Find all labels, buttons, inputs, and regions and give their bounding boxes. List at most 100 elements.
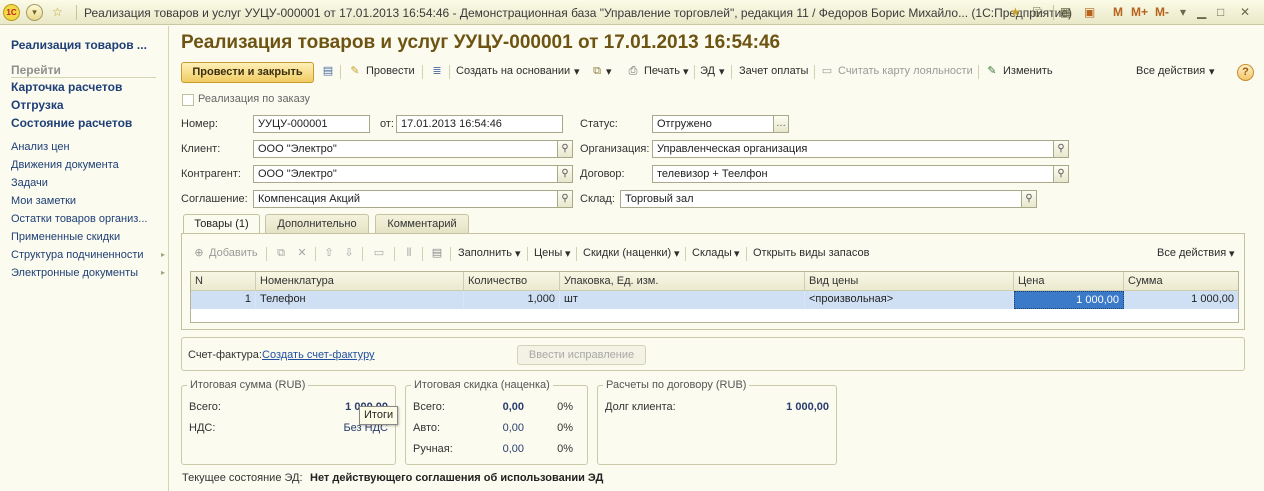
prices-button[interactable]: Цены [534, 247, 562, 259]
search-icon[interactable]: ⚲ [557, 165, 573, 183]
table-cell-item[interactable]: Телефон [256, 291, 464, 309]
column-header-package[interactable]: Упаковка, Ед. изм. [560, 272, 805, 291]
date-field[interactable]: 17.01.2013 16:54:46 [396, 115, 563, 133]
chevron-down-icon[interactable]: ▾ [683, 65, 689, 78]
status-select-button[interactable]: … [773, 115, 789, 133]
sidebar-item-electronic-docs[interactable]: Электронные документы [11, 267, 138, 279]
by-order-checkbox[interactable] [182, 94, 194, 106]
memory-plus-button[interactable]: M+ [1131, 5, 1148, 19]
maximize-icon[interactable]: □ [1217, 4, 1224, 21]
sidebar-item-document-movements[interactable]: Движения документа [11, 159, 119, 171]
open-stock-types-button[interactable]: Открыть виды запасов [753, 247, 869, 259]
chevron-down-icon[interactable]: ▾ [734, 247, 740, 260]
column-header-item[interactable]: Номенклатура [256, 272, 464, 291]
discounts-button[interactable]: Скидки (наценки) [583, 247, 671, 259]
sidebar-item-shipment[interactable]: Отгрузка [11, 98, 64, 112]
related-docs-icon[interactable]: ⧉ [590, 64, 604, 78]
sidebar-item-settlement-status[interactable]: Состояние расчетов [11, 116, 132, 130]
column-header-quantity[interactable]: Количество [464, 272, 560, 291]
column-header-n[interactable]: N [191, 272, 256, 291]
save-icon[interactable]: ▤ [321, 64, 335, 78]
sidebar-item-price-analysis[interactable]: Анализ цен [11, 141, 70, 153]
move-up-icon: ⇧ [324, 247, 334, 259]
edit-button[interactable]: Изменить [1003, 65, 1053, 77]
sidebar-item-subordination[interactable]: Структура подчиненности [11, 249, 144, 261]
calendar-icon[interactable]: ▣ [1084, 4, 1095, 21]
chevron-down-icon[interactable]: ▾ [1229, 247, 1235, 260]
print-icon[interactable]: ⎙ [626, 64, 640, 78]
tab-comment[interactable]: Комментарий [375, 214, 469, 234]
chevron-down-icon[interactable]: ▾ [606, 65, 612, 78]
chevron-down-icon[interactable]: ▾ [565, 247, 571, 260]
post-button[interactable]: Провести [366, 65, 415, 77]
chevron-down-icon[interactable]: ▾ [515, 247, 521, 260]
create-based-on-button[interactable]: Создать на основании [456, 65, 570, 77]
search-icon[interactable]: ⚲ [1021, 190, 1037, 208]
table-cell-n[interactable]: 1 [191, 291, 256, 309]
minimize-icon[interactable]: ▁ [1197, 4, 1206, 21]
expand-arrow-icon[interactable]: ▸ [161, 268, 165, 277]
warehouses-button[interactable]: Склады [692, 247, 732, 259]
chevron-down-icon[interactable]: ▾ [674, 247, 680, 260]
print-button[interactable]: Печать [644, 65, 680, 77]
status-field[interactable]: Отгружено [652, 115, 774, 133]
post-icon[interactable]: ✎ [348, 64, 362, 78]
counterparty-field[interactable]: ООО "Электро" [253, 165, 558, 183]
search-icon[interactable]: ⚲ [557, 140, 573, 158]
tab-goods[interactable]: Товары (1) [183, 214, 260, 235]
sidebar-item-org-stock[interactable]: Остатки товаров организ... [11, 213, 147, 225]
memory-button[interactable]: M [1113, 5, 1123, 19]
chevron-down-icon[interactable]: ▾ [574, 65, 580, 78]
sidebar-document-link[interactable]: Реализация товаров ... [11, 38, 147, 52]
app-logo-icon[interactable]: 1С [3, 4, 20, 21]
sidebar-item-notes[interactable]: Мои заметки [11, 195, 76, 207]
create-invoice-link[interactable]: Создать счет-фактуру [262, 349, 375, 361]
organization-field[interactable]: Управленческая организация [652, 140, 1054, 158]
post-and-close-button[interactable]: Провести и закрыть [181, 62, 314, 83]
chevron-down-icon[interactable]: ▾ [719, 65, 725, 78]
help-icon[interactable]: ? [1237, 64, 1254, 81]
goods-all-actions-button[interactable]: Все действия [1157, 247, 1226, 259]
table-cell-package[interactable]: шт [560, 291, 805, 309]
column-header-price[interactable]: Цена [1014, 272, 1124, 291]
add-favorite-icon[interactable]: ★ [1010, 4, 1021, 21]
close-icon[interactable]: ✕ [1240, 4, 1250, 21]
link-icon[interactable]: ⎘ [1033, 4, 1043, 21]
table-cell-quantity[interactable]: 1,000 [464, 291, 560, 309]
calculator-icon[interactable]: ▦ [1060, 4, 1071, 21]
expand-arrow-icon[interactable]: ▸ [161, 250, 165, 259]
table-cell-price[interactable]: 1 000,00 [1014, 291, 1124, 309]
chevron-down-icon[interactable]: ▾ [1180, 4, 1186, 21]
divider [731, 65, 732, 79]
sidebar-item-tasks[interactable]: Задачи [11, 177, 48, 189]
search-icon[interactable]: ⚲ [557, 190, 573, 208]
column-header-price-type[interactable]: Вид цены [805, 272, 1014, 291]
all-actions-button[interactable]: Все действия [1136, 65, 1205, 77]
agreement-field[interactable]: Компенсация Акций [253, 190, 558, 208]
contract-field[interactable]: телевизор + Теелфон [652, 165, 1054, 183]
ed-button[interactable]: ЭД [700, 65, 715, 77]
payment-offset-button[interactable]: Зачет оплаты [739, 65, 808, 77]
selection-icon[interactable]: ▤ [430, 246, 444, 260]
search-icon[interactable]: ⚲ [1053, 165, 1069, 183]
number-field[interactable]: УУЦУ-000001 [253, 115, 370, 133]
search-icon[interactable]: ⚲ [1053, 140, 1069, 158]
chevron-down-icon[interactable]: ▾ [1209, 65, 1215, 78]
memory-minus-button[interactable]: M- [1155, 5, 1169, 19]
sidebar-item-settlement-card[interactable]: Карточка расчетов [11, 80, 122, 94]
menu-dropdown-icon[interactable]: ▾ [26, 4, 43, 21]
tab-additional[interactable]: Дополнительно [265, 214, 369, 234]
warehouse-field[interactable]: Торговый зал [620, 190, 1022, 208]
table-cell-price-type[interactable]: <произвольная> [805, 291, 1014, 309]
counterparty-label: Контрагент: [181, 168, 241, 180]
column-header-sum[interactable]: Сумма [1124, 272, 1238, 291]
client-field[interactable]: ООО "Электро" [253, 140, 558, 158]
fill-button[interactable]: Заполнить [458, 247, 512, 259]
sidebar-item-applied-discounts[interactable]: Примененные скидки [11, 231, 120, 243]
totals-total-label: Всего: [189, 401, 221, 413]
favorites-star-icon[interactable]: ☆ [52, 4, 63, 21]
goods-table[interactable]: N Номенклатура Количество Упаковка, Ед. … [190, 271, 1239, 323]
movements-icon[interactable]: ≣ [430, 64, 444, 78]
table-cell-sum[interactable]: 1 000,00 [1124, 291, 1238, 309]
edit-icon[interactable]: ✎ [985, 64, 999, 78]
